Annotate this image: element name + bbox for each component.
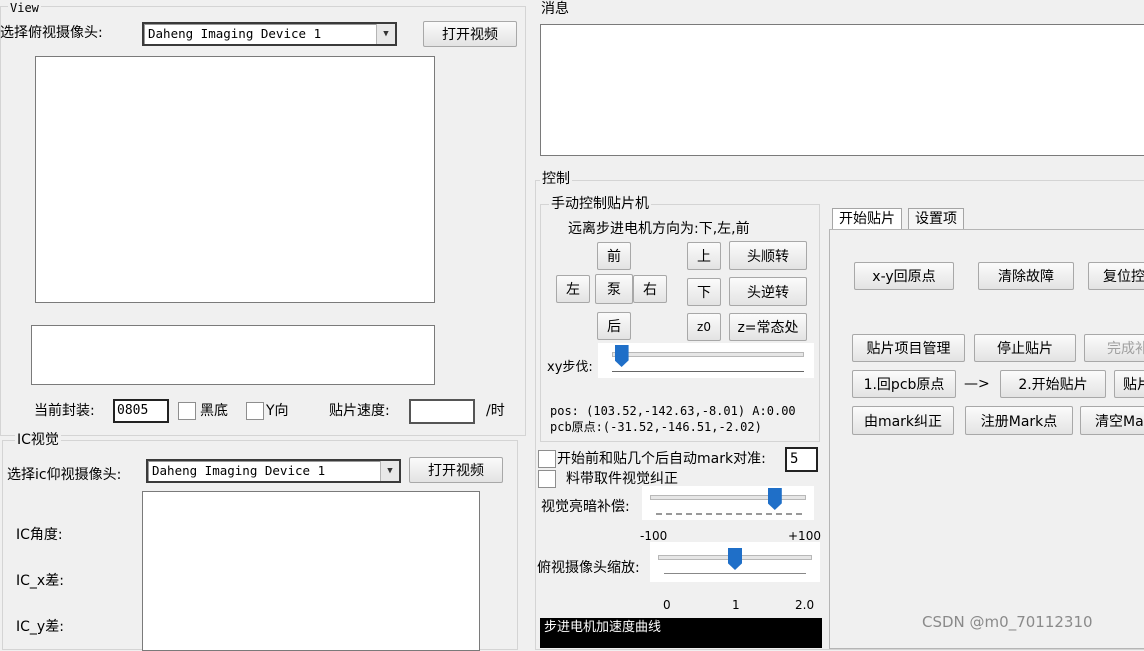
stop-placement-button[interactable]: 停止贴片 xyxy=(974,334,1076,362)
zoom-slider-thumb[interactable] xyxy=(728,548,742,570)
top-camera-select-value: Daheng Imaging Device 1 xyxy=(148,26,322,41)
brightness-label: 视觉亮暗补偿: xyxy=(541,499,630,515)
tab-start-placement[interactable]: 开始贴片 xyxy=(832,208,902,230)
move-front-button[interactable]: 前 xyxy=(597,242,631,270)
head-ccw-button[interactable]: 头逆转 xyxy=(729,277,807,306)
zoom-tick-2: 2.0 xyxy=(795,598,815,612)
ic-group-title: IC视觉 xyxy=(15,432,61,448)
ic-camera-select-value: Daheng Imaging Device 1 xyxy=(152,463,326,478)
move-right-button[interactable]: 右 xyxy=(633,275,667,303)
ic-camera-select[interactable]: Daheng Imaging Device 1 ▼ xyxy=(146,459,401,483)
start-placement-button[interactable]: 2.开始贴片 xyxy=(1000,370,1106,398)
view-group-title: View xyxy=(8,0,41,16)
auto-mark-count-input[interactable]: 5 xyxy=(785,447,818,472)
xy-step-slider-thumb[interactable] xyxy=(614,345,629,367)
placement-step3-button[interactable]: 贴片 xyxy=(1114,370,1144,398)
xy-home-button[interactable]: x-y回原点 xyxy=(854,262,954,290)
speed-unit: /时 xyxy=(486,403,505,419)
xy-step-slider[interactable] xyxy=(598,343,814,378)
zoom-slider-baseline xyxy=(664,573,806,574)
z-normal-button[interactable]: z=常态处 xyxy=(729,313,807,341)
complete-button[interactable]: 完成补 xyxy=(1084,334,1144,362)
black-bg-label: 黑底 xyxy=(200,403,228,419)
move-back-button[interactable]: 后 xyxy=(597,312,631,340)
xy-step-slider-track xyxy=(612,352,804,357)
pump-button[interactable]: 泵 xyxy=(595,274,633,304)
mark-correct-button[interactable]: 由mark纠正 xyxy=(852,406,954,435)
chevron-down-icon[interactable]: ▼ xyxy=(376,24,395,44)
return-pcb-origin-button[interactable]: 1.回pcb原点 xyxy=(852,370,956,398)
messages-title: 消息 xyxy=(541,1,569,17)
y-dir-checkbox[interactable] xyxy=(246,402,264,420)
reset-control-button[interactable]: 复位控 xyxy=(1088,262,1144,290)
zoom-label: 俯视摄像头缩放: xyxy=(537,560,640,576)
feeder-correct-checkbox[interactable] xyxy=(538,470,556,488)
tab-settings[interactable]: 设置项 xyxy=(908,208,964,230)
auto-mark-checkbox[interactable] xyxy=(538,450,556,468)
top-camera-label: 选择俯视摄像头: xyxy=(0,25,103,41)
speed-value-box xyxy=(409,399,475,424)
open-top-video-button[interactable]: 打开视频 xyxy=(423,21,517,47)
speed-label: 贴片速度: xyxy=(329,403,390,419)
zoom-tick-1: 1 xyxy=(732,598,740,612)
zoom-slider[interactable] xyxy=(650,542,820,582)
ic-x-label: IC_x差: xyxy=(16,573,64,589)
pcb-origin-readout: pcb原点:(-31.52,-146.51,-2.02) xyxy=(550,420,762,434)
xy-step-label: xy步伐: xyxy=(547,360,593,375)
ic-camera-preview xyxy=(142,491,480,651)
top-camera-info-box xyxy=(31,325,435,385)
open-ic-video-button[interactable]: 打开视频 xyxy=(409,457,503,483)
brightness-slider-thumb[interactable] xyxy=(767,488,782,510)
auto-mark-label: 开始前和贴几个后自动mark对准: xyxy=(557,451,766,467)
chevron-down-icon[interactable]: ▼ xyxy=(380,461,399,481)
brightness-slider-track xyxy=(650,495,806,500)
y-dir-label: Y向 xyxy=(266,403,289,419)
watermark: CSDN @m0_70112310 xyxy=(922,613,1093,631)
ic-y-label: IC_y差: xyxy=(16,619,64,635)
package-input[interactable]: 0805 xyxy=(113,399,169,423)
step-arrow: —> xyxy=(964,376,990,392)
zoom-tick-0: 0 xyxy=(663,598,671,612)
register-mark-button[interactable]: 注册Mark点 xyxy=(965,406,1073,435)
ic-angle-label: IC角度: xyxy=(16,527,63,543)
messages-box xyxy=(540,24,1144,156)
z0-button[interactable]: z0 xyxy=(687,313,721,341)
xy-step-slider-baseline xyxy=(612,371,804,372)
brightness-slider-ticks xyxy=(656,513,802,515)
top-camera-select[interactable]: Daheng Imaging Device 1 ▼ xyxy=(142,22,397,46)
tab-panel xyxy=(829,229,1144,649)
control-group-title: 控制 xyxy=(540,171,572,187)
direction-hint: 远离步进电机方向为:下,左,前 xyxy=(568,221,750,237)
brightness-slider[interactable] xyxy=(642,486,814,520)
head-cw-button[interactable]: 头顺转 xyxy=(729,241,807,270)
top-camera-preview xyxy=(35,56,435,303)
clear-mark-button[interactable]: 清空Mar xyxy=(1080,406,1144,435)
project-management-button[interactable]: 贴片项目管理 xyxy=(852,334,965,362)
move-up-button[interactable]: 上 xyxy=(687,242,721,270)
manual-group-title: 手动控制贴片机 xyxy=(549,196,651,212)
move-left-button[interactable]: 左 xyxy=(556,275,590,303)
ic-camera-label: 选择ic仰视摄像头: xyxy=(7,467,122,483)
accel-curve-panel: 步进电机加速度曲线 xyxy=(540,618,822,648)
accel-curve-title: 步进电机加速度曲线 xyxy=(544,620,662,635)
move-down-button[interactable]: 下 xyxy=(687,278,721,306)
black-bg-checkbox[interactable] xyxy=(178,402,196,420)
package-label: 当前封装: xyxy=(34,403,95,419)
clear-fault-button[interactable]: 清除故障 xyxy=(978,262,1074,290)
